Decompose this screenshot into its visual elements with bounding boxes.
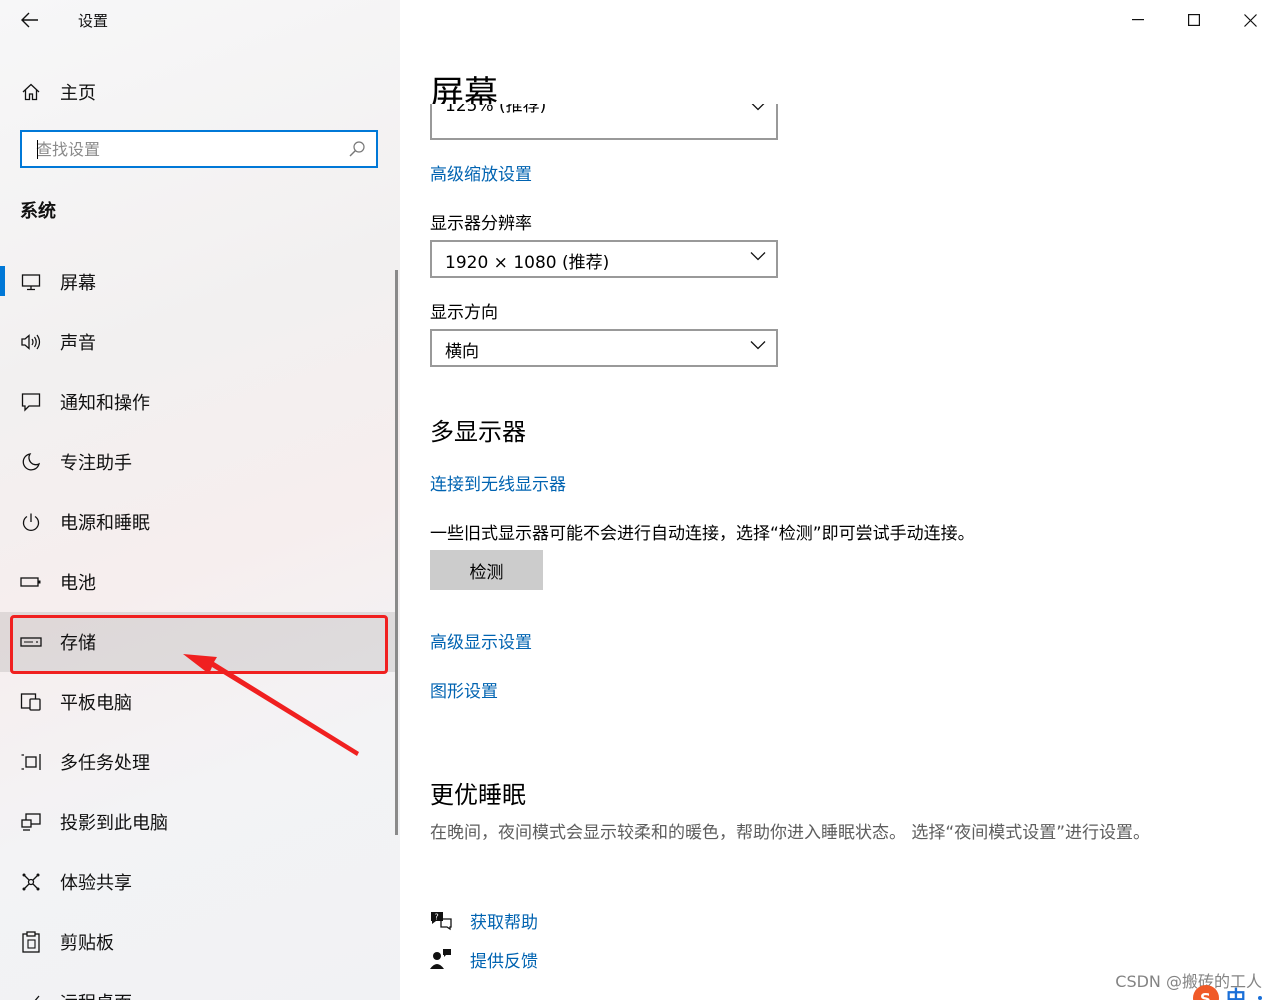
sidebar-item-shared-experiences[interactable]: 体验共享 <box>0 852 396 912</box>
get-help-link[interactable]: ? 获取帮助 <box>428 905 538 935</box>
sidebar-item-multitasking[interactable]: 多任务处理 <box>0 732 396 792</box>
chevron-down-icon <box>751 104 765 111</box>
sidebar-item-label: 平板电脑 <box>60 693 132 714</box>
sidebar-item-label: 专注助手 <box>60 453 132 474</box>
dropdown-value: 125% (推荐) <box>445 104 547 116</box>
sidebar-item-remote-desktop[interactable]: 远程桌面 <box>0 972 396 1000</box>
main-content: 屏幕 125% (推荐) 高级缩放设置 显示器分辨率 1920 × 1080 (… <box>400 0 1280 1000</box>
sidebar-item-label: 电源和睡眠 <box>60 513 150 534</box>
sidebar-item-label: 通知和操作 <box>60 393 150 414</box>
sidebar-item-label: 远程桌面 <box>60 989 132 1000</box>
moon-icon <box>20 451 42 473</box>
search-input[interactable] <box>36 132 336 166</box>
clipboard-icon <box>20 931 42 953</box>
sidebar-item-storage[interactable]: 存储 <box>0 612 396 672</box>
detect-description: 一些旧式显示器可能不会进行自动连接，选择“检测”即可尝试手动连接。 <box>430 524 975 544</box>
sidebar-item-label: 电池 <box>60 573 96 594</box>
multitasking-icon <box>20 751 42 773</box>
notification-icon <box>20 391 42 413</box>
home-icon <box>20 81 42 103</box>
connect-wireless-display-link[interactable]: 连接到无线显示器 <box>430 470 566 495</box>
settings-window: 设置 主页 系统 屏幕 <box>0 0 1280 1000</box>
get-help-label: 获取帮助 <box>470 912 538 933</box>
resolution-dropdown[interactable]: 1920 × 1080 (推荐) <box>430 240 778 278</box>
sidebar-item-label: 投影到此电脑 <box>60 813 168 834</box>
tablet-icon <box>20 691 42 713</box>
search-icon <box>349 141 365 157</box>
sidebar-item-notifications[interactable]: 通知和操作 <box>0 372 396 432</box>
projection-icon <box>20 811 42 833</box>
sidebar-item-focus-assist[interactable]: 专注助手 <box>0 432 396 492</box>
sidebar-nav-list: 屏幕 声音 通知和操作 专注助手 电源和睡眠 电池 存储 平板电脑 多任务处理 … <box>0 252 396 1000</box>
back-button[interactable] <box>14 6 46 34</box>
sidebar-item-label: 多任务处理 <box>60 753 150 774</box>
ime-indicator-icon: S 中 <box>1193 985 1262 1000</box>
app-title: 设置 <box>78 12 109 30</box>
orientation-label: 显示方向 <box>430 303 498 323</box>
chevron-down-icon <box>750 252 766 261</box>
feedback-person-icon <box>428 946 454 972</box>
sidebar-scrollbar[interactable] <box>395 270 398 835</box>
sidebar-item-label: 声音 <box>60 333 96 354</box>
sidebar-item-display[interactable]: 屏幕 <box>0 252 396 312</box>
sleep-description: 在晚间，夜间模式会显示较柔和的暖色，帮助你进入睡眠状态。 选择“夜间模式设置”进… <box>430 823 1151 843</box>
battery-icon <box>20 571 42 593</box>
remote-desktop-icon <box>20 991 42 1000</box>
sidebar-item-projection[interactable]: 投影到此电脑 <box>0 792 396 852</box>
sidebar-item-label: 存储 <box>60 633 96 654</box>
selection-indicator <box>0 266 5 296</box>
speaker-icon <box>20 331 42 353</box>
monitor-icon <box>20 271 42 293</box>
orientation-dropdown[interactable]: 横向 <box>430 329 778 367</box>
resolution-label: 显示器分辨率 <box>430 214 532 234</box>
give-feedback-link[interactable]: 提供反馈 <box>428 944 538 974</box>
sidebar: 设置 主页 系统 屏幕 <box>0 0 400 1000</box>
sidebar-item-label: 体验共享 <box>60 873 132 894</box>
ime-char: 中 <box>1226 986 1246 1000</box>
advanced-scaling-link[interactable]: 高级缩放设置 <box>430 160 532 185</box>
sidebar-item-label: 主页 <box>60 83 96 104</box>
back-arrow-icon <box>21 12 38 28</box>
sleep-header: 更优睡眠 <box>430 781 526 809</box>
detect-button[interactable]: 检测 <box>430 550 543 590</box>
give-feedback-label: 提供反馈 <box>470 951 538 972</box>
text-caret <box>37 140 38 159</box>
svg-text:S: S <box>1200 990 1211 1000</box>
sidebar-item-home[interactable]: 主页 <box>0 72 396 112</box>
search-box[interactable] <box>20 130 378 168</box>
dropdown-value: 1920 × 1080 (推荐) <box>445 253 610 273</box>
power-icon <box>20 511 42 533</box>
dropdown-value: 横向 <box>445 342 479 362</box>
advanced-display-settings-link[interactable]: 高级显示设置 <box>430 628 532 653</box>
sidebar-item-clipboard[interactable]: 剪贴板 <box>0 912 396 972</box>
sidebar-item-tablet[interactable]: 平板电脑 <box>0 672 396 732</box>
share-icon <box>20 871 42 893</box>
multi-display-header: 多显示器 <box>430 418 526 446</box>
section-header: 系统 <box>20 201 56 222</box>
sidebar-item-battery[interactable]: 电池 <box>0 552 396 612</box>
sidebar-item-sound[interactable]: 声音 <box>0 312 396 372</box>
scale-dropdown[interactable]: 125% (推荐) <box>430 104 778 140</box>
sidebar-item-power-sleep[interactable]: 电源和睡眠 <box>0 492 396 552</box>
help-chat-icon: ? <box>428 907 454 933</box>
sidebar-item-label: 屏幕 <box>60 273 96 294</box>
chevron-down-icon <box>750 341 766 350</box>
storage-icon <box>20 631 42 653</box>
svg-text:?: ? <box>435 913 439 922</box>
sidebar-item-label: 剪贴板 <box>60 933 114 954</box>
graphics-settings-link[interactable]: 图形设置 <box>430 677 498 702</box>
